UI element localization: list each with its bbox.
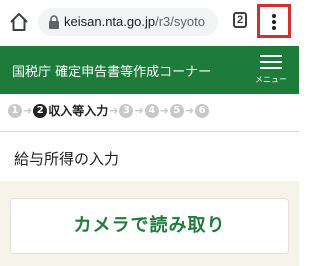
browser-toolbar: keisan.nta.go.jp/r3/syoto 2 [0,0,299,44]
step-2: 2 収入等入力 [33,102,108,119]
step-3: 3 [119,103,134,118]
tab-switcher-button[interactable]: 2 [233,12,247,28]
step-6: 6 [195,103,210,118]
arrow-right-icon: ➜ [134,104,144,117]
browser-menu-button[interactable] [257,4,291,38]
step-5: 5 [169,103,184,118]
step-indicator: 1 ➜ 2 収入等入力➜ 3 ➜ 4 ➜ 5 ➜ 6 [8,102,293,122]
kebab-menu-icon-dot [272,26,276,30]
arrow-right-icon: ➜ [159,104,169,117]
camera-section: カメラで読み取り [0,181,299,266]
step-number: 4 [144,103,159,118]
home-icon[interactable] [8,11,30,33]
site-header: 国税庁 確定申告書等作成コーナー メニュー [0,46,299,94]
arrow-right-icon: ➜ [23,104,33,117]
kebab-menu-icon-dot [272,20,276,24]
step-number: 2 [33,103,48,118]
arrow-right-icon: ➜ [184,104,195,117]
site-title: 国税庁 確定申告書等作成コーナー [12,65,212,80]
address-bar[interactable]: keisan.nta.go.jp/r3/syoto [38,8,218,36]
page-title: 給与所得の入力 [14,150,120,168]
url-domain: keisan.nta.go.jp [64,14,156,29]
step-1: 1 [8,103,22,118]
step-label: 収入等入力 [48,104,109,118]
menu-label[interactable]: メニュー [255,74,287,85]
lock-icon[interactable] [48,15,60,29]
camera-scan-label: カメラで読み取り [73,215,226,236]
arrow-right-icon: ➜ [109,104,119,117]
step-number: 3 [119,103,134,118]
url-text: keisan.nta.go.jp/r3/syoto [64,14,205,29]
step-number: 1 [8,103,22,118]
step-number: 5 [169,103,184,118]
camera-scan-button[interactable]: カメラで読み取り [10,198,289,254]
divider [0,131,299,132]
hamburger-menu-icon[interactable] [260,55,282,71]
kebab-menu-icon [272,14,276,18]
url-path: /r3/syoto [155,14,205,29]
step-number: 6 [195,103,210,118]
step-4: 4 [144,103,159,118]
